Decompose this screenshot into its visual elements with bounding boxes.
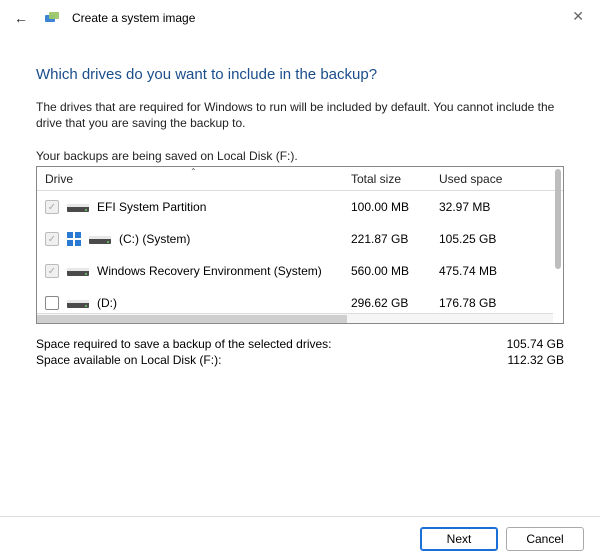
drive-total-size: 221.87 GB: [343, 232, 431, 246]
space-available-value: 112.32 GB: [508, 353, 564, 367]
space-available-label: Space available on Local Disk (F:):: [36, 353, 221, 367]
close-icon[interactable]: ✕: [572, 8, 584, 25]
space-required-value: 105.74 GB: [507, 337, 564, 351]
column-used-space[interactable]: Used space: [431, 168, 553, 190]
windows-logo-icon: [67, 232, 81, 246]
drive-used-space: 32.97 MB: [431, 200, 553, 214]
drive-total-size: 100.00 MB: [343, 200, 431, 214]
window-title: Create a system image: [72, 11, 195, 25]
drive-icon: [89, 232, 111, 246]
drive-label: (C:) (System): [119, 232, 190, 246]
drive-total-size: 296.62 GB: [343, 296, 431, 310]
back-arrow-icon[interactable]: ←: [14, 10, 32, 26]
drive-checkbox: [45, 200, 59, 214]
horizontal-scrollbar-thumb[interactable]: [37, 315, 347, 323]
cancel-button[interactable]: Cancel: [506, 527, 584, 551]
backup-target-text: Your backups are being saved on Local Di…: [36, 149, 564, 163]
column-total-size[interactable]: Total size: [343, 168, 431, 190]
page-description: The drives that are required for Windows…: [36, 99, 564, 131]
vertical-scrollbar-thumb[interactable]: [555, 169, 561, 268]
column-drive[interactable]: Drive ⌃: [37, 168, 343, 190]
drive-checkbox: [45, 232, 59, 246]
vertical-scrollbar[interactable]: [555, 169, 561, 311]
page-heading: Which drives do you want to include in t…: [36, 66, 564, 83]
drive-table: Drive ⌃ Total size Used space EFI System…: [36, 166, 564, 324]
table-row[interactable]: EFI System Partition 100.00 MB32.97 MB: [37, 191, 563, 223]
table-header: Drive ⌃ Total size Used space: [37, 167, 563, 191]
table-row[interactable]: (C:) (System) 221.87 GB105.25 GB: [37, 223, 563, 255]
next-button[interactable]: Next: [420, 527, 498, 551]
drive-used-space: 176.78 GB: [431, 296, 553, 310]
drive-label: Windows Recovery Environment (System): [97, 264, 322, 278]
drive-label: (D:): [97, 296, 117, 310]
dialog-footer: Next Cancel: [0, 516, 600, 560]
drive-label: EFI System Partition: [97, 200, 206, 214]
drive-checkbox[interactable]: [45, 296, 59, 310]
drive-used-space: 105.25 GB: [431, 232, 553, 246]
drive-used-space: 475.74 MB: [431, 264, 553, 278]
space-required-label: Space required to save a backup of the s…: [36, 337, 332, 351]
drive-icon: [67, 296, 89, 310]
drive-checkbox: [45, 264, 59, 278]
space-summary: Space required to save a backup of the s…: [36, 336, 564, 368]
sort-caret-icon: ⌃: [190, 167, 197, 176]
table-row[interactable]: Windows Recovery Environment (System) 560…: [37, 255, 563, 287]
drive-icon: [67, 264, 89, 278]
app-icon: [44, 10, 60, 26]
drive-total-size: 560.00 MB: [343, 264, 431, 278]
column-drive-label: Drive: [45, 172, 73, 186]
horizontal-scrollbar[interactable]: [37, 313, 553, 323]
drive-icon: [67, 200, 89, 214]
